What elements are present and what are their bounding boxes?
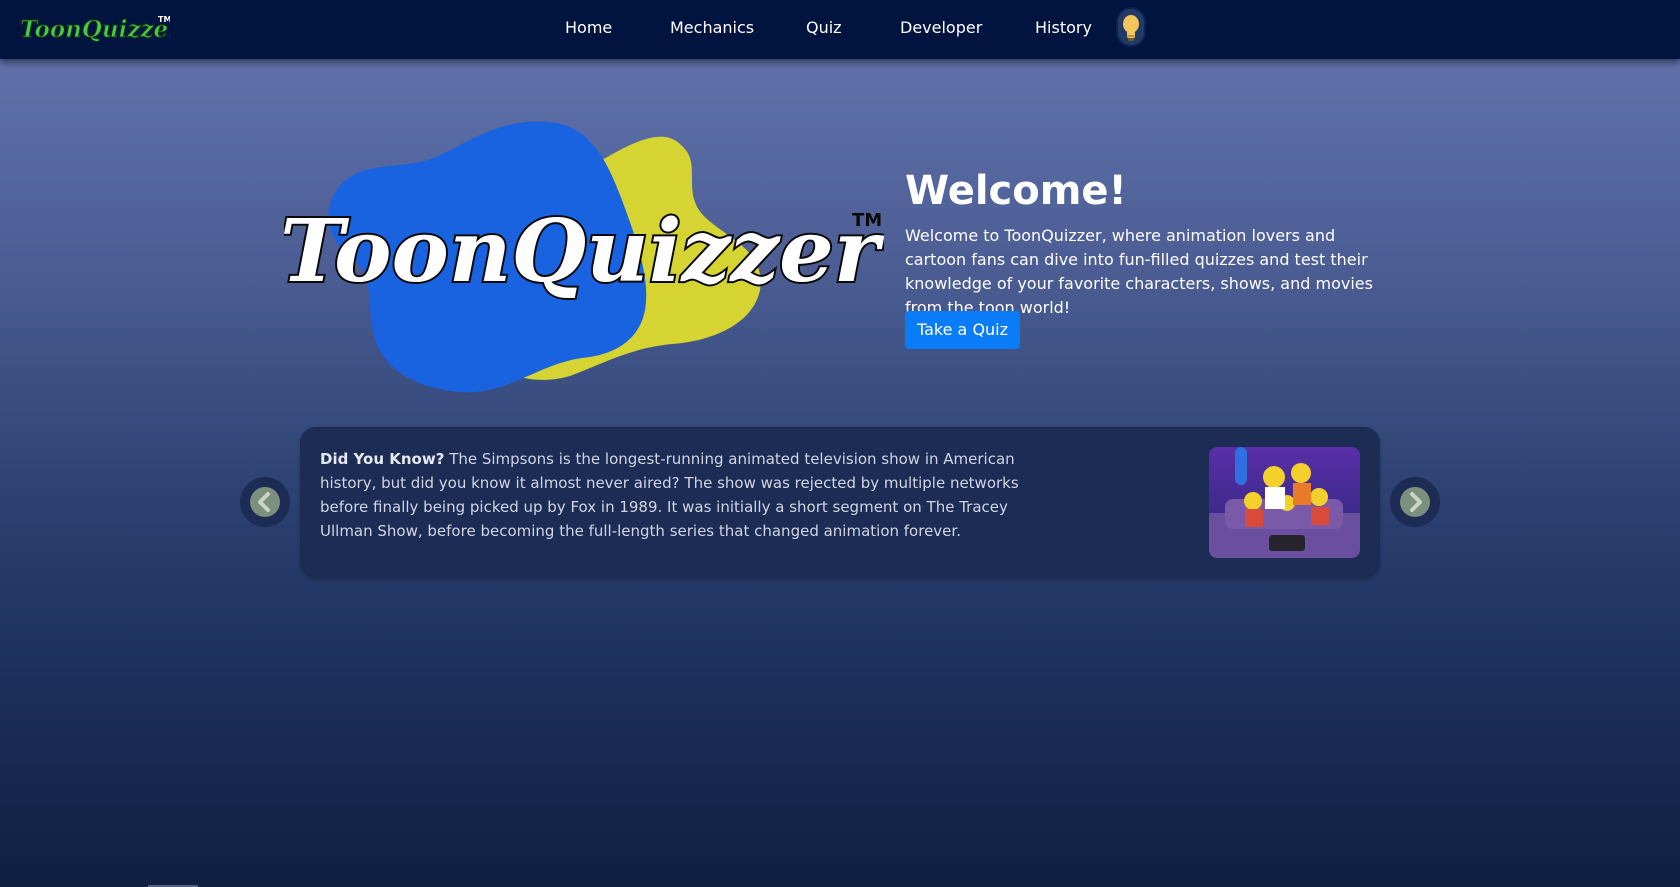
brand-logo-text: ToonQuizzer — [20, 16, 170, 43]
theme-toggle-button[interactable] — [1116, 7, 1146, 47]
next-button-face — [1400, 487, 1430, 517]
hero-logo-tm: TM — [852, 210, 882, 231]
nav-history[interactable]: History — [1035, 18, 1092, 37]
fact-lead: Did You Know? — [320, 450, 445, 468]
nav-mechanics[interactable]: Mechanics — [670, 18, 754, 37]
welcome-title: Welcome! — [905, 168, 1127, 214]
did-you-know-card: Did You Know? The Simpsons is the longes… — [300, 427, 1380, 579]
navbar: ToonQuizzer TM Home Mechanics Quiz Devel… — [0, 0, 1680, 59]
take-quiz-button[interactable]: Take a Quiz — [905, 311, 1021, 349]
next-fact-button[interactable] — [1390, 477, 1440, 527]
hero-logo: ToonQuizzer TM — [284, 121, 884, 393]
welcome-description: Welcome to ToonQuizzer, where animation … — [905, 226, 1373, 317]
chevron-left-icon — [258, 492, 270, 512]
chevron-right-icon — [1410, 492, 1422, 512]
nav-quiz[interactable]: Quiz — [806, 18, 842, 37]
simpsons-image — [1209, 447, 1360, 558]
lightbulb-icon — [1123, 15, 1139, 41]
brand-tm: TM — [158, 15, 170, 24]
fact-text: Did You Know? The Simpsons is the longes… — [320, 447, 1040, 543]
nav-home[interactable]: Home — [565, 18, 612, 37]
prev-fact-button[interactable] — [240, 477, 290, 527]
brand-logo[interactable]: ToonQuizzer TM — [20, 8, 170, 48]
hero-logo-text: ToonQuizzer — [284, 201, 884, 302]
nav-developer[interactable]: Developer — [900, 18, 982, 37]
prev-button-face — [250, 487, 280, 517]
